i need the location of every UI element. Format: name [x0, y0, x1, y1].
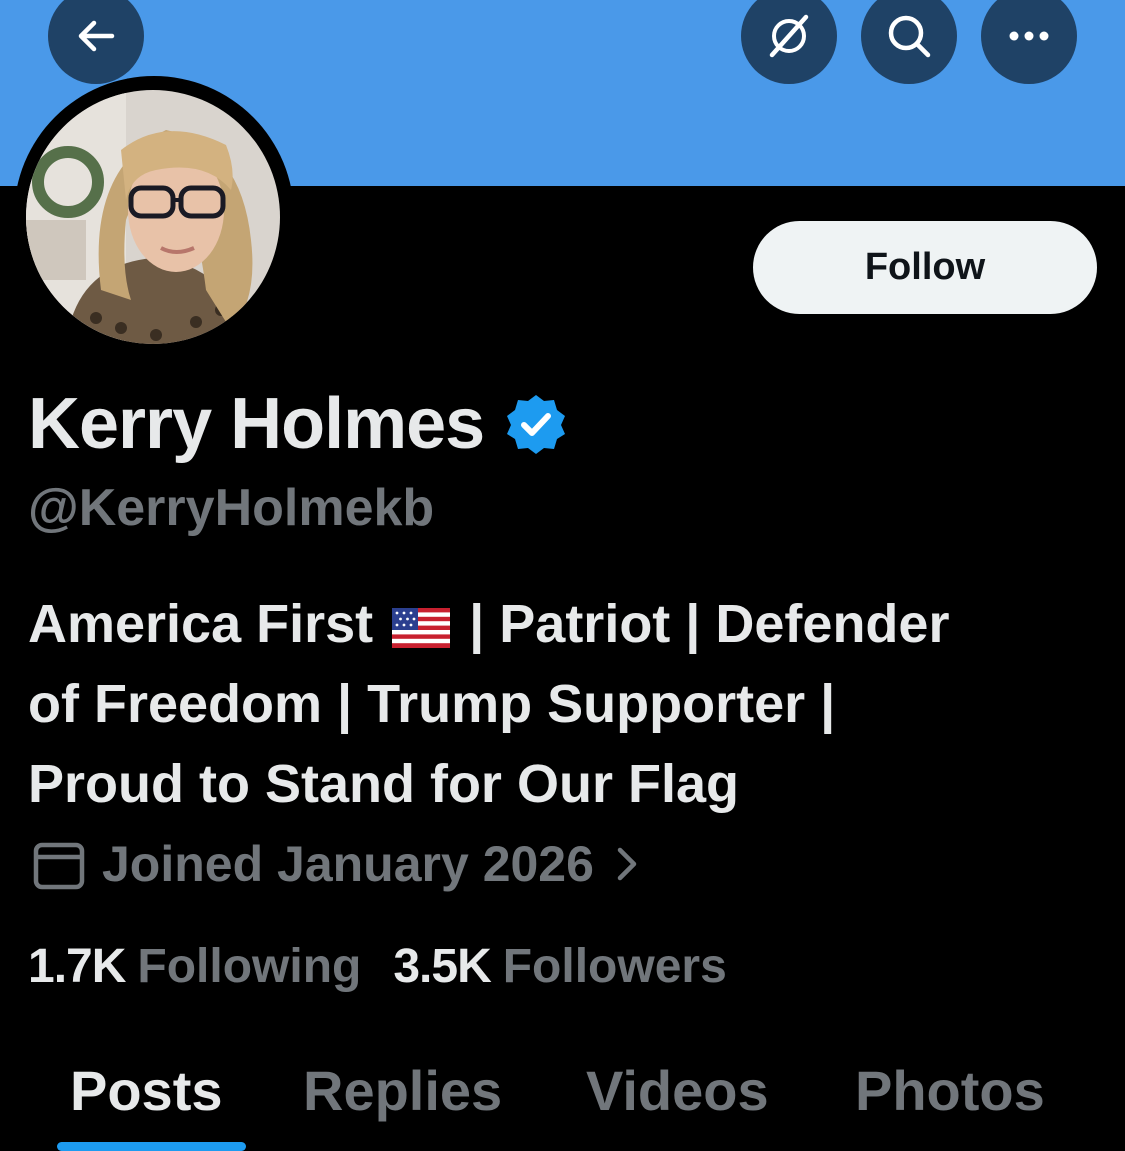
verified-badge-icon: [507, 395, 566, 454]
arrow-left-icon: [78, 20, 115, 52]
us-flag-icon: [392, 607, 451, 648]
following-label: Following: [137, 939, 362, 993]
profile-handle: @KerryHolmekb: [28, 479, 435, 537]
more-horizontal-icon: [1009, 31, 1049, 41]
following-count: 1.7K: [28, 939, 126, 993]
bio-text: | Patriot | Defender: [454, 594, 950, 654]
grok-icon: [769, 14, 809, 58]
followers-count: 3.5K: [393, 939, 491, 993]
bio-line: Proud to Stand for Our Flag: [28, 754, 739, 814]
tab-replies[interactable]: Replies: [303, 1050, 502, 1130]
followers-label: Followers: [502, 939, 727, 993]
tab-videos[interactable]: Videos: [586, 1050, 769, 1130]
bio-text: America First: [28, 594, 389, 654]
search-icon: [888, 15, 931, 58]
active-tab-indicator: [57, 1142, 246, 1151]
chevron-right-icon: [617, 847, 637, 881]
profile-bio: America First | Patriot | Defender of Fr…: [28, 584, 1088, 824]
joined-date: Joined January 2026: [102, 836, 594, 892]
name-row: Kerry Holmes: [28, 382, 568, 466]
joined-date-row[interactable]: Joined January 2026: [32, 832, 640, 896]
following-link[interactable]: 1.7K Following: [28, 939, 361, 994]
avatar[interactable]: [26, 90, 280, 344]
display-name: Kerry Holmes: [28, 384, 485, 464]
tab-posts[interactable]: Posts: [70, 1050, 223, 1130]
profile-tabs: Posts Replies Videos Photos: [0, 1050, 1125, 1151]
avatar-photo: [26, 90, 280, 344]
follow-stats: 1.7K Following 3.5K Followers: [28, 934, 727, 998]
tab-photos[interactable]: Photos: [855, 1050, 1045, 1130]
bio-line: of Freedom | Trump Supporter |: [28, 674, 836, 734]
bio-line: America First | Patriot | Defender: [28, 584, 1088, 664]
calendar-icon: [33, 842, 85, 890]
followers-link[interactable]: 3.5K Followers: [393, 939, 726, 994]
follow-button[interactable]: Follow: [753, 221, 1097, 314]
